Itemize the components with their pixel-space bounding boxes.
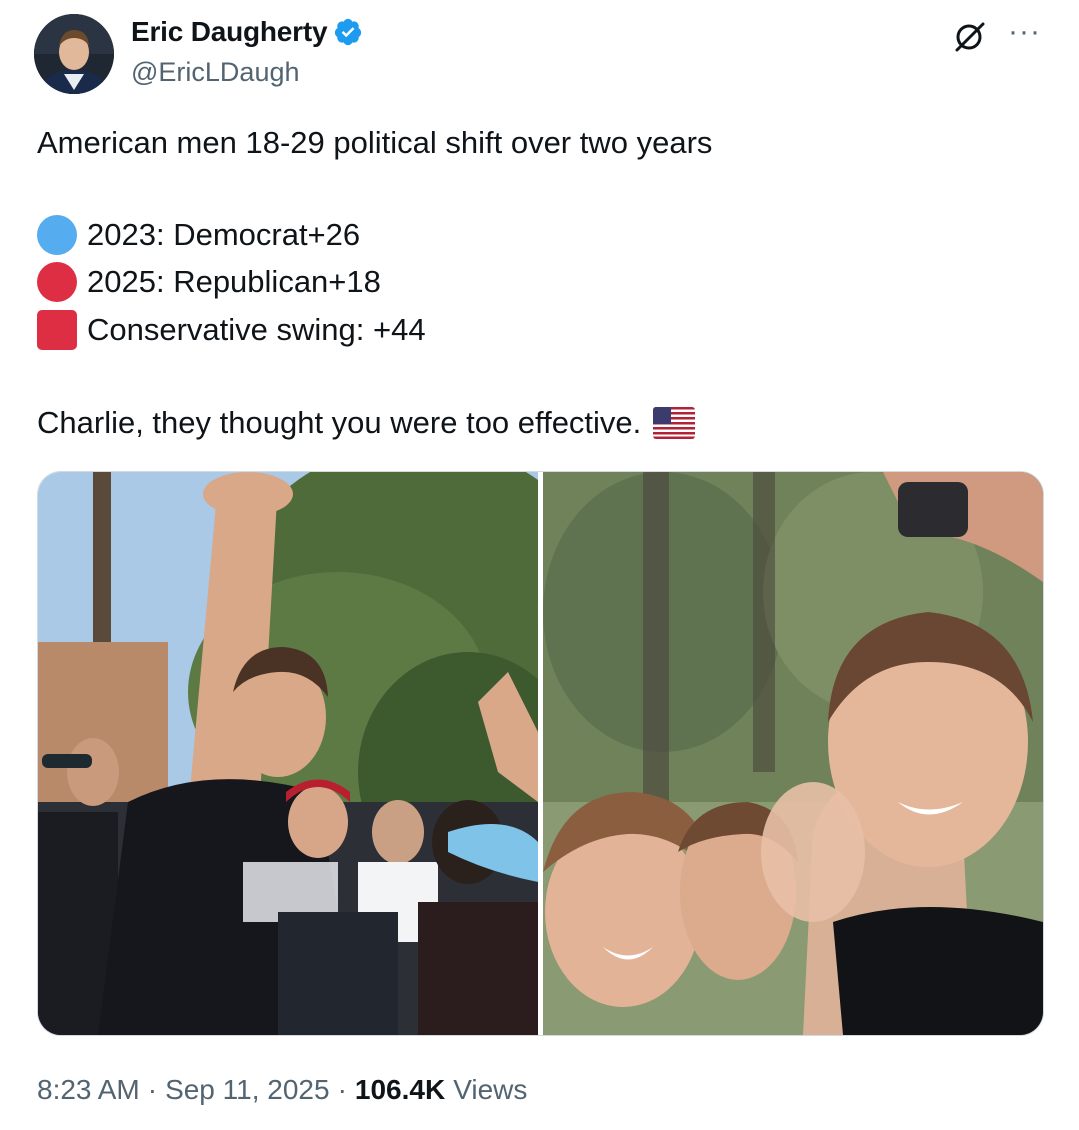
blue-circle-icon <box>37 215 77 255</box>
photo-right[interactable] <box>543 472 1043 1035</box>
stat-row-2025: 2025: Republican+18 <box>37 262 381 302</box>
stat-text: Conservative swing: +44 <box>87 312 426 347</box>
stat-row-swing: Conservative swing: +44 <box>37 310 426 350</box>
tweet-time[interactable]: 8:23 AM <box>37 1074 140 1106</box>
more-options-icon[interactable]: ··· <box>1008 17 1041 47</box>
author-name[interactable]: Eric Daugherty <box>131 16 328 48</box>
author-handle[interactable]: @EricLDaugh <box>131 57 300 88</box>
stat-text: 2023: Democrat+26 <box>87 217 361 252</box>
tweet-date[interactable]: Sep 11, 2025 <box>165 1074 330 1106</box>
views-label: Views <box>453 1074 528 1105</box>
tweet-headline: American men 18-29 political shift over … <box>37 125 713 160</box>
avatar[interactable] <box>34 14 114 94</box>
tweet-meta: 8:23 AM · Sep 11, 2025 · 106.4K Views <box>37 1074 527 1106</box>
red-circle-icon <box>37 262 77 302</box>
views-count: 106.4K <box>354 1074 446 1105</box>
verified-badge-icon <box>335 18 362 46</box>
photo-left[interactable] <box>38 472 538 1035</box>
grok-icon[interactable] <box>952 20 986 54</box>
red-square-icon <box>37 310 77 350</box>
closing-text: Charlie, they thought you were too effec… <box>37 405 642 440</box>
media-grid[interactable] <box>37 471 1044 1036</box>
reposted-indicator <box>0 0 1079 8</box>
tweet-closing-line: Charlie, they thought you were too effec… <box>37 404 696 441</box>
stat-text: 2025: Republican+18 <box>87 264 381 299</box>
separator: · <box>337 1074 347 1105</box>
stat-row-2023: 2023: Democrat+26 <box>37 215 360 255</box>
us-flag-icon <box>653 406 696 439</box>
separator: · <box>147 1074 158 1105</box>
